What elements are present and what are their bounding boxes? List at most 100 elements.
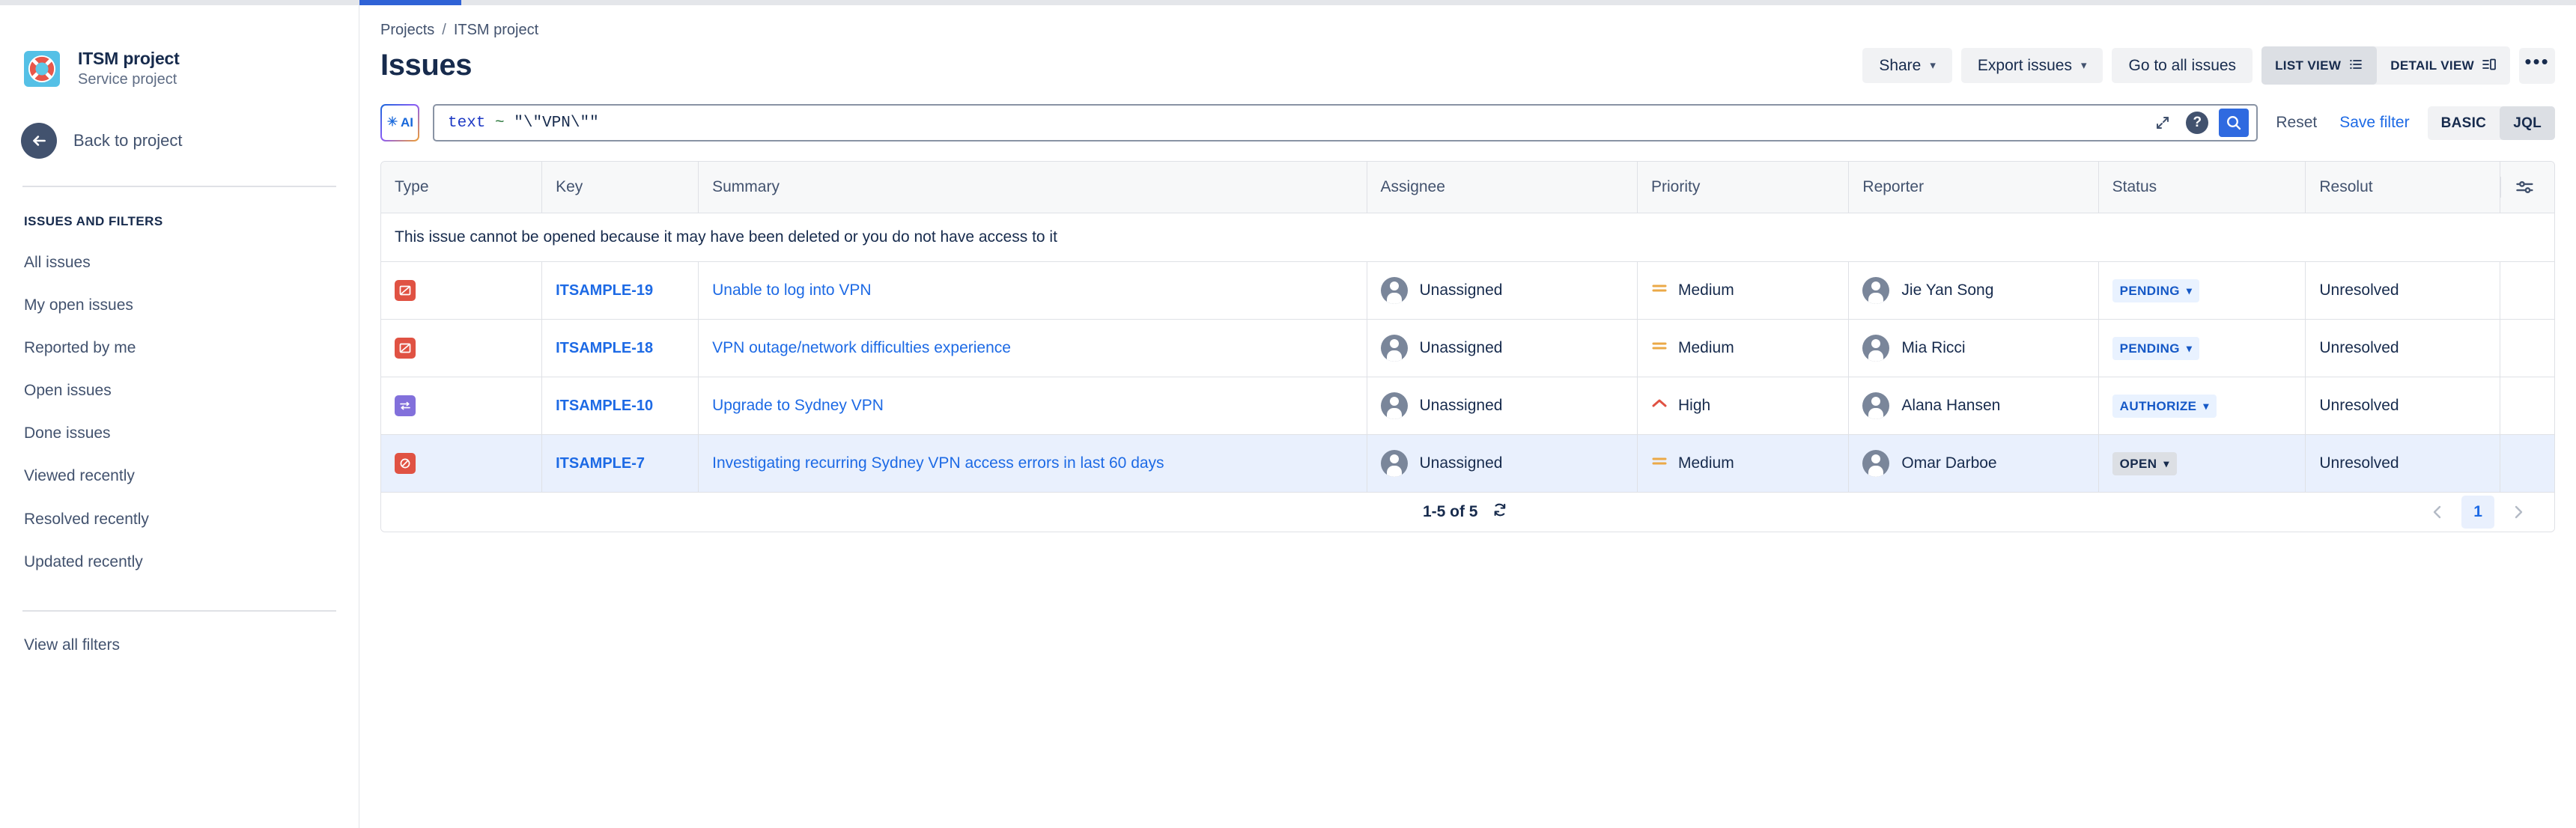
column-header-resolution[interactable]: Resolut bbox=[2305, 162, 2501, 213]
column-header-reporter[interactable]: Reporter bbox=[1848, 162, 2099, 213]
sidebar-item-all-issues[interactable]: All issues bbox=[0, 241, 359, 284]
share-button[interactable]: Share ▾ bbox=[1862, 48, 1952, 83]
sidebar-item-open-issues[interactable]: Open issues bbox=[0, 369, 359, 412]
sidebar-item-updated-recently[interactable]: Updated recently bbox=[0, 541, 359, 583]
column-header-type[interactable]: Type bbox=[381, 162, 543, 213]
column-settings-icon[interactable] bbox=[2500, 177, 2549, 198]
cell-assignee: Unassigned bbox=[1367, 319, 1638, 377]
issue-summary-link[interactable]: VPN outage/network difficulties experien… bbox=[712, 339, 1011, 356]
cell-type bbox=[381, 377, 543, 435]
status-label: PENDING bbox=[2119, 341, 2180, 356]
sidebar-item-resolved-recently[interactable]: Resolved recently bbox=[0, 498, 359, 541]
jql-value: "\"VPN\"" bbox=[514, 114, 599, 132]
assignee-name: Unassigned bbox=[1419, 397, 1503, 414]
cell-type bbox=[381, 261, 543, 320]
more-options-button[interactable]: ••• bbox=[2519, 47, 2556, 84]
detail-view-button[interactable]: DETAIL VIEW bbox=[2377, 46, 2510, 85]
column-header-summary[interactable]: Summary bbox=[698, 162, 1367, 213]
reporter-name: Jie Yan Song bbox=[1901, 281, 1994, 299]
sidebar-item-done-issues[interactable]: Done issues bbox=[0, 412, 359, 454]
jql-operator: ~ bbox=[495, 114, 505, 132]
list-view-button[interactable]: LIST VIEW bbox=[2261, 46, 2378, 85]
detail-view-icon bbox=[2482, 57, 2497, 74]
jql-input-icons: ? bbox=[2150, 109, 2250, 137]
column-header-key[interactable]: Key bbox=[541, 162, 699, 213]
lifebuoy-icon bbox=[24, 50, 60, 87]
avatar bbox=[1862, 450, 1890, 477]
browser-top-strip bbox=[0, 0, 2576, 5]
save-filter-button[interactable]: Save filter bbox=[2335, 108, 2414, 138]
issue-summary-link[interactable]: Upgrade to Sydney VPN bbox=[712, 397, 884, 414]
issue-summary-link[interactable]: Investigating recurring Sydney VPN acces… bbox=[712, 454, 1164, 472]
refresh-icon[interactable] bbox=[1489, 500, 1509, 524]
issue-key-link[interactable]: ITSAMPLE-18 bbox=[556, 340, 653, 356]
column-header-status[interactable]: Status bbox=[2098, 162, 2306, 213]
status-badge[interactable]: PENDING ▾ bbox=[2112, 278, 2200, 302]
help-glyph: ? bbox=[2186, 112, 2209, 134]
chevron-down-icon: ▾ bbox=[1930, 59, 1936, 72]
pagination-page-1[interactable]: 1 bbox=[2461, 496, 2495, 529]
ellipsis-icon: ••• bbox=[2524, 50, 2550, 73]
issue-key-link[interactable]: ITSAMPLE-10 bbox=[556, 398, 653, 414]
ai-assist-button[interactable]: AI bbox=[380, 104, 419, 141]
go-to-all-issues-button[interactable]: Go to all issues bbox=[2112, 48, 2253, 83]
project-header[interactable]: ITSM project Service project bbox=[0, 5, 359, 88]
pagination-summary: 1-5 of 5 bbox=[1423, 500, 1510, 524]
cell-status: OPEN ▾ bbox=[2098, 434, 2306, 493]
export-issues-button[interactable]: Export issues ▾ bbox=[1960, 48, 2103, 83]
cell-resolution: Unresolved bbox=[2305, 319, 2501, 377]
back-to-project-link[interactable]: Back to project bbox=[0, 88, 359, 159]
table-row[interactable]: ITSAMPLE-7 Investigating recurring Sydne… bbox=[381, 434, 2555, 493]
cell-spacer bbox=[2500, 377, 2555, 435]
issues-table-header-row: Type Key Summary Assignee Priority Repor… bbox=[381, 162, 2555, 213]
help-icon[interactable]: ? bbox=[2184, 110, 2210, 136]
expand-icon[interactable] bbox=[2150, 110, 2175, 136]
assignee: Unassigned bbox=[1380, 335, 1623, 362]
cell-resolution: Unresolved bbox=[2305, 434, 2501, 493]
change-request-icon bbox=[395, 395, 416, 416]
app-root: ITSM project Service project Back to pro… bbox=[0, 0, 2576, 828]
header-actions: Share ▾ Export issues ▾ Go to all issues… bbox=[1862, 46, 2556, 85]
jql-mode-button[interactable]: JQL bbox=[2500, 106, 2556, 140]
sidebar-item-my-open-issues[interactable]: My open issues bbox=[0, 284, 359, 326]
search-icon[interactable] bbox=[2219, 109, 2250, 137]
page-title-row: Issues Share ▾ Export issues ▾ Go to all… bbox=[380, 46, 2576, 85]
table-row[interactable]: ITSAMPLE-19 Unable to log into VPN Unass… bbox=[381, 261, 2555, 320]
priority: Medium bbox=[1651, 454, 1835, 472]
search-mode-switcher: BASIC JQL bbox=[2427, 106, 2556, 140]
basic-mode-button[interactable]: BASIC bbox=[2428, 106, 2500, 140]
status-badge[interactable]: OPEN ▾ bbox=[2112, 451, 2177, 475]
sidebar-item-view-all-filters[interactable]: View all filters bbox=[0, 624, 359, 666]
priority-medium-icon bbox=[1651, 454, 1668, 472]
column-header-priority[interactable]: Priority bbox=[1637, 162, 1850, 213]
sidebar-item-reported-by-me[interactable]: Reported by me bbox=[0, 326, 359, 369]
chevron-right-icon[interactable] bbox=[2502, 496, 2535, 529]
table-row[interactable]: ITSAMPLE-18 VPN outage/network difficult… bbox=[381, 319, 2555, 377]
jql-search-input[interactable]: text ~ "\"VPN\"" ? bbox=[433, 104, 2258, 141]
priority-high-icon bbox=[1651, 397, 1668, 415]
cell-spacer bbox=[2500, 261, 2555, 320]
breadcrumb-separator: / bbox=[442, 22, 446, 38]
chevron-left-icon[interactable] bbox=[2421, 496, 2454, 529]
project-text: ITSM project Service project bbox=[78, 49, 180, 88]
breadcrumb-projects[interactable]: Projects bbox=[380, 22, 434, 39]
jql-query-text: text ~ "\"VPN\"" bbox=[448, 115, 2150, 132]
priority-label: Medium bbox=[1678, 454, 1734, 472]
cell-key: ITSAMPLE-18 bbox=[541, 319, 699, 377]
view-switcher: LIST VIEW DETAIL VIEW bbox=[2261, 46, 2511, 85]
column-header-assignee[interactable]: Assignee bbox=[1367, 162, 1638, 213]
cell-spacer bbox=[2500, 434, 2555, 493]
it-help-icon bbox=[395, 337, 416, 359]
status-badge[interactable]: AUTHORIZE ▾ bbox=[2112, 394, 2217, 418]
reset-button[interactable]: Reset bbox=[2271, 108, 2321, 138]
status-badge[interactable]: PENDING ▾ bbox=[2112, 336, 2200, 360]
table-row[interactable]: ITSAMPLE-10 Upgrade to Sydney VPN Unassi… bbox=[381, 377, 2555, 435]
issue-key-link[interactable]: ITSAMPLE-7 bbox=[556, 455, 645, 472]
sidebar-item-viewed-recently[interactable]: Viewed recently bbox=[0, 454, 359, 497]
it-help-icon bbox=[395, 279, 416, 301]
assignee: Unassigned bbox=[1380, 392, 1623, 419]
issue-key-link[interactable]: ITSAMPLE-19 bbox=[556, 282, 653, 299]
issue-summary-link[interactable]: Unable to log into VPN bbox=[712, 281, 871, 299]
avatar bbox=[1380, 277, 1408, 304]
breadcrumb-current-project[interactable]: ITSM project bbox=[454, 22, 538, 39]
